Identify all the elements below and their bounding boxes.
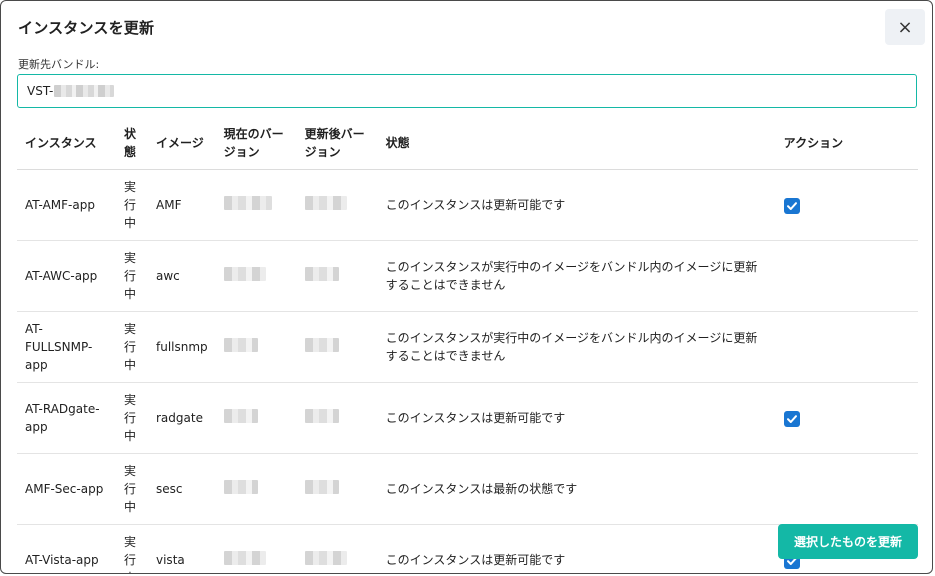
instance-image: awc xyxy=(148,240,216,312)
action-cell xyxy=(775,169,918,241)
instance-state: 実行中 xyxy=(116,169,148,241)
instance-image: vista xyxy=(148,524,216,573)
redacted-version xyxy=(304,408,339,423)
current-version xyxy=(215,382,297,454)
header-current-version: 現在のバージョン xyxy=(215,117,297,170)
action-cell xyxy=(775,311,918,383)
new-version xyxy=(296,453,378,525)
new-version xyxy=(296,524,378,573)
header-state: 状態 xyxy=(116,117,148,170)
instance-name: AT-AMF-app xyxy=(17,169,116,241)
instance-status: このインスタンスが実行中のイメージをバンドル内のイメージに更新することはできませ… xyxy=(377,240,776,312)
table-row: AT-AMF-app 実行中 AMF このインスタンスは更新可能です xyxy=(17,169,918,241)
close-button[interactable]: × xyxy=(885,9,925,45)
current-version xyxy=(215,240,297,312)
instance-status: このインスタンスは更新可能です xyxy=(377,382,776,454)
instance-status: このインスタンスは最新の状態です xyxy=(377,453,776,525)
redacted-version xyxy=(304,550,347,565)
redacted-version xyxy=(223,266,266,281)
new-version xyxy=(296,169,378,241)
instance-state: 実行中 xyxy=(116,311,148,383)
instance-name: AMF-Sec-app xyxy=(17,453,116,525)
redacted-bundle-version xyxy=(54,85,115,97)
redacted-version xyxy=(223,408,258,423)
current-version xyxy=(215,169,297,241)
instance-status: このインスタンスは更新可能です xyxy=(377,169,776,241)
redacted-version xyxy=(304,337,339,352)
bundle-label: 更新先バンドル: xyxy=(18,58,100,71)
instance-status: このインスタンスは更新可能です xyxy=(377,524,776,573)
checkmark-icon xyxy=(786,414,797,423)
current-version xyxy=(215,311,297,383)
redacted-version xyxy=(304,266,339,281)
bundle-input[interactable]: VST- xyxy=(17,74,917,108)
header-status: 状態 xyxy=(377,117,776,170)
instance-name: AT-AWC-app xyxy=(17,240,116,312)
update-instances-dialog: インスタンスを更新 × 更新先バンドル: VST- インスタンス 状態 イメージ… xyxy=(0,0,933,574)
checkmark-icon xyxy=(786,201,797,210)
table-row: AT-FULLSNMP-app 実行中 fullsnmp このインスタンスが実行… xyxy=(17,311,918,383)
header-instance: インスタンス xyxy=(17,117,116,170)
bundle-value: VST- xyxy=(27,84,54,98)
instance-name: AT-FULLSNMP-app xyxy=(17,311,116,383)
header-action: アクション xyxy=(775,117,918,170)
header-image: イメージ xyxy=(148,117,216,170)
table-row: AT-RADgate-app 実行中 radgate このインスタンスは更新可能… xyxy=(17,382,918,454)
instance-image: radgate xyxy=(148,382,216,454)
instance-name: AT-RADgate-app xyxy=(17,382,116,454)
instance-name: AT-Vista-app xyxy=(17,524,116,573)
instance-image: AMF xyxy=(148,169,216,241)
action-cell xyxy=(775,453,918,525)
new-version xyxy=(296,240,378,312)
table-row: AT-AWC-app 実行中 awc このインスタンスが実行中のイメージをバンド… xyxy=(17,240,918,312)
instance-state: 実行中 xyxy=(116,240,148,312)
update-checkbox[interactable] xyxy=(783,410,800,427)
table-header-row: インスタンス 状態 イメージ 現在のバージョン 更新後バージョン 状態 アクショ… xyxy=(17,117,918,170)
instance-state: 実行中 xyxy=(116,382,148,454)
instance-state: 実行中 xyxy=(116,524,148,573)
instance-image: sesc xyxy=(148,453,216,525)
redacted-version xyxy=(304,195,347,210)
action-cell xyxy=(775,382,918,454)
update-selected-button[interactable]: 選択したものを更新 xyxy=(778,524,918,559)
redacted-version xyxy=(223,479,258,494)
current-version xyxy=(215,453,297,525)
redacted-version xyxy=(223,337,258,352)
instance-image: fullsnmp xyxy=(148,311,216,383)
redacted-version xyxy=(304,479,339,494)
redacted-version xyxy=(223,550,266,565)
instance-status: このインスタンスが実行中のイメージをバンドル内のイメージに更新することはできませ… xyxy=(377,311,776,383)
redacted-version xyxy=(223,195,272,210)
close-icon: × xyxy=(897,17,913,38)
current-version xyxy=(215,524,297,573)
header-new-version: 更新後バージョン xyxy=(296,117,378,170)
new-version xyxy=(296,311,378,383)
dialog-title: インスタンスを更新 xyxy=(18,19,155,37)
table-row: AMF-Sec-app 実行中 sesc このインスタンスは最新の状態です xyxy=(17,453,918,525)
instances-table: インスタンス 状態 イメージ 現在のバージョン 更新後バージョン 状態 アクショ… xyxy=(17,117,918,573)
action-cell xyxy=(775,240,918,312)
instance-state: 実行中 xyxy=(116,453,148,525)
update-checkbox[interactable] xyxy=(783,197,800,214)
new-version xyxy=(296,382,378,454)
